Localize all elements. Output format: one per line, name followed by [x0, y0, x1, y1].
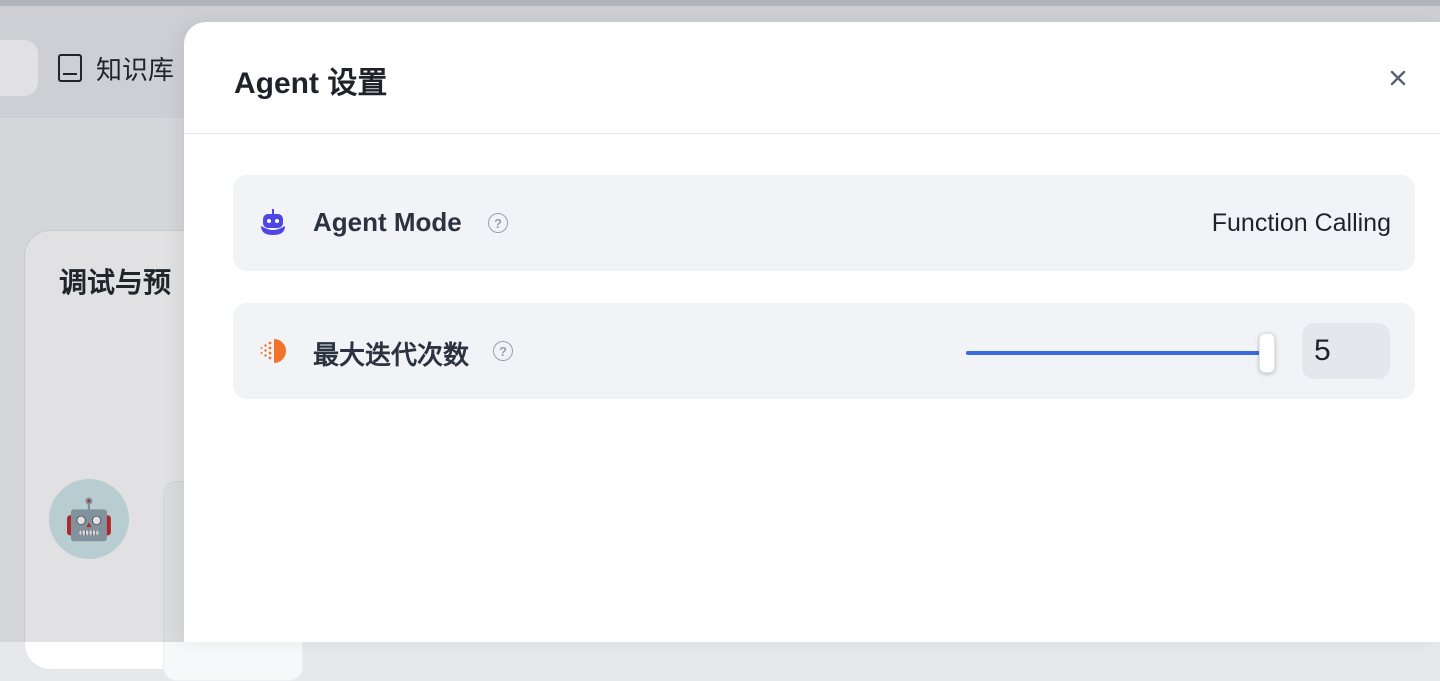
close-button[interactable]: [1380, 60, 1416, 96]
max-iterations-input[interactable]: 5: [1302, 323, 1390, 379]
setting-row-max-iterations: 最大迭代次数 ? 5: [233, 303, 1415, 399]
drawer-title: Agent 设置: [234, 67, 388, 100]
robot-icon: [261, 209, 285, 235]
slider-thumb[interactable]: [1259, 333, 1275, 373]
agent-mode-label: Agent Mode: [313, 207, 462, 237]
agent-mode-value[interactable]: Function Calling: [1212, 209, 1391, 238]
iteration-icon: [260, 339, 286, 363]
agent-settings-drawer: Agent 设置 Agent Mode ? Function Calling 最…: [184, 22, 1440, 642]
max-iterations-slider[interactable]: [966, 333, 1278, 373]
setting-row-agent-mode[interactable]: Agent Mode ? Function Calling: [233, 175, 1415, 271]
drawer-header: Agent 设置: [184, 22, 1440, 134]
slider-fill: [966, 351, 1263, 355]
question-circle-icon[interactable]: ?: [493, 341, 513, 361]
question-circle-icon[interactable]: ?: [488, 213, 508, 233]
close-icon: [1390, 70, 1406, 86]
max-iterations-label: 最大迭代次数: [313, 340, 470, 370]
